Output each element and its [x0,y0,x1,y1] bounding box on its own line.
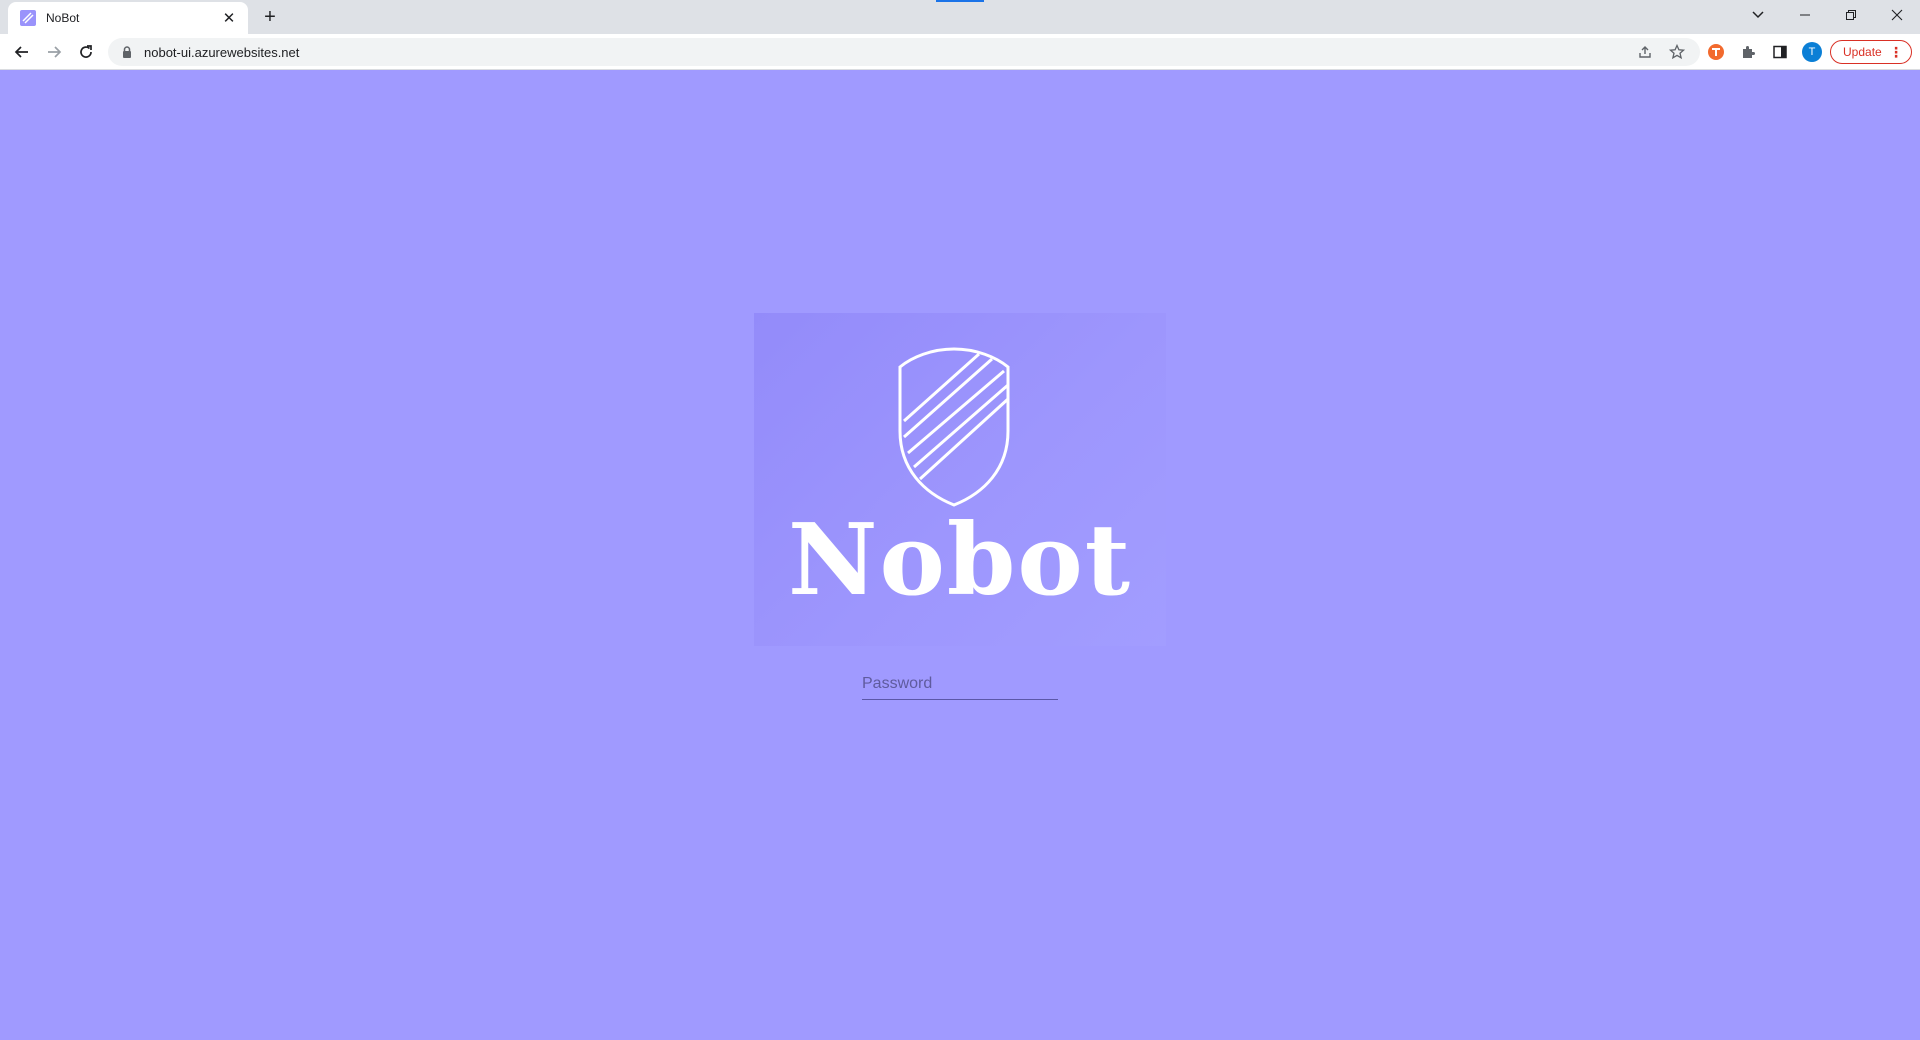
minimize-icon[interactable] [1782,0,1828,30]
browser-toolbar: nobot-ui.azurewebsites.net T Update ⋮ [0,34,1920,70]
extensions-puzzle-icon[interactable] [1736,40,1760,64]
translate-extension-icon[interactable] [1704,40,1728,64]
tab-close-icon[interactable]: ✕ [220,9,238,27]
tab-search-chevron-icon[interactable] [1745,3,1771,27]
close-window-icon[interactable] [1874,0,1920,30]
forward-arrow-icon[interactable] [40,38,68,66]
brand-wordmark: Nobot [787,503,1133,618]
bookmark-star-icon[interactable] [1667,42,1687,62]
url-text: nobot-ui.azurewebsites.net [144,44,300,60]
nobot-favicon-icon [20,10,36,26]
new-tab-button[interactable]: + [258,5,282,29]
browser-tab-nobot[interactable]: NoBot ✕ [8,2,248,34]
side-panel-icon[interactable] [1768,40,1792,64]
tab-drag-indicator [936,0,984,2]
more-menu-icon[interactable]: ⋮ [1889,45,1903,59]
window-controls [1782,0,1920,30]
back-arrow-icon[interactable] [8,38,36,66]
share-icon[interactable] [1635,42,1655,62]
page-content: Nobot [0,70,1920,1040]
logo-card: Nobot [754,313,1166,646]
address-bar[interactable]: nobot-ui.azurewebsites.net [108,38,1700,66]
tab-title: NoBot [46,11,80,25]
profile-avatar[interactable]: T [1802,42,1822,62]
update-button-label: Update [1843,45,1882,59]
shield-logo-icon [898,347,1010,507]
update-button[interactable]: Update ⋮ [1830,40,1912,64]
restore-icon[interactable] [1828,0,1874,30]
reload-icon[interactable] [72,38,100,66]
tab-strip: NoBot ✕ + [0,0,1920,34]
lock-icon[interactable] [120,45,134,59]
password-input[interactable] [862,668,1058,700]
